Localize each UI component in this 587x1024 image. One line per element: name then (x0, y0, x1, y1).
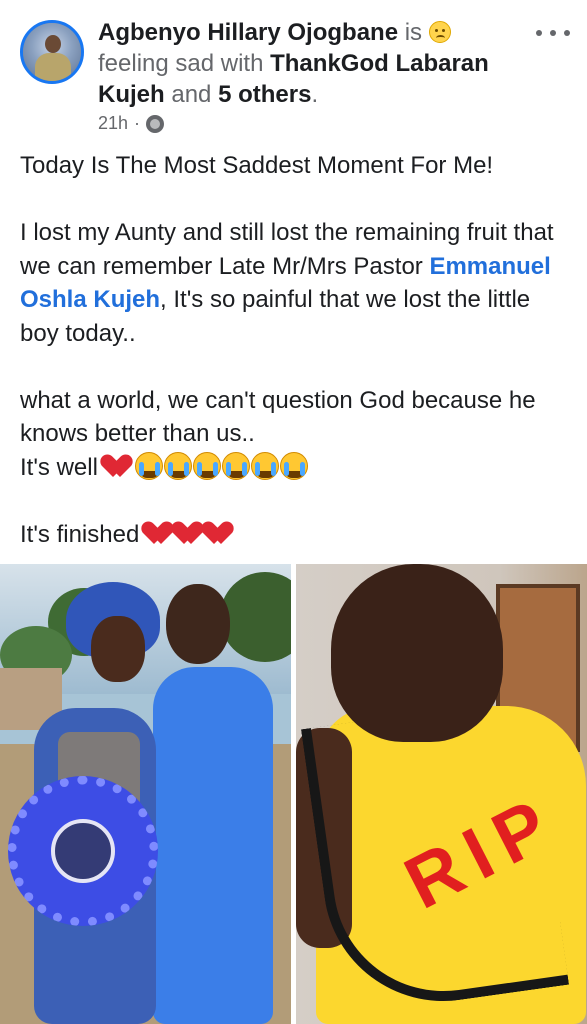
emoji-row (105, 451, 308, 480)
broken-heart-icon (177, 519, 205, 547)
woman-face (91, 616, 145, 682)
man-face (166, 584, 230, 664)
post-meta: 21h · (98, 113, 165, 134)
meta-separator: · (134, 113, 141, 133)
status-is: is (404, 19, 423, 46)
child-photo[interactable]: RIP (296, 564, 587, 1024)
others-link[interactable]: 5 others (218, 81, 311, 108)
paragraph-3-line-2: It's well (20, 453, 98, 481)
post-text: Today Is The Most Saddest Moment For Me!… (20, 149, 575, 552)
couple-photo[interactable] (0, 564, 291, 1024)
paragraph-4-text: It's finished (20, 521, 140, 549)
broken-heart-icon (207, 519, 235, 547)
feeling-text: feeling sad with (98, 50, 264, 77)
avatar-uniform (35, 53, 71, 81)
blue-feather-fan (8, 776, 158, 926)
post-time[interactable]: 21h (98, 113, 128, 134)
sad-face-icon (428, 21, 451, 43)
crying-face-icon (279, 451, 308, 480)
post-title-line: Agbenyo Hillary Ojogbane is feeling sad … (98, 17, 528, 110)
crying-face-icon (250, 451, 279, 480)
paragraph-3: what a world, we can't question God beca… (20, 384, 575, 484)
author-name[interactable]: Agbenyo Hillary Ojogbane (98, 19, 398, 46)
more-icon[interactable] (536, 30, 570, 40)
and-text: and (171, 81, 212, 108)
more-dot (550, 30, 556, 36)
paragraph-2: I lost my Aunty and still lost the remai… (20, 216, 575, 350)
author-avatar[interactable] (20, 20, 84, 84)
globe-icon[interactable] (146, 114, 165, 133)
crying-face-icon (163, 451, 192, 480)
avatar-head (45, 35, 61, 53)
crying-face-icon (192, 451, 221, 480)
finished-hearts (146, 519, 235, 547)
broken-heart-icon (106, 452, 134, 480)
paragraph-3-line-1: what a world, we can't question God beca… (20, 387, 536, 448)
crying-face-icon (221, 451, 250, 480)
broken-heart-icon (147, 519, 175, 547)
title-period: . (311, 81, 319, 108)
man-in-blue (153, 667, 273, 1024)
post-header: Agbenyo Hillary Ojogbane is feeling sad … (0, 0, 587, 140)
more-dot (536, 30, 542, 36)
paragraph-1: Today Is The Most Saddest Moment For Me! (20, 152, 494, 179)
paragraph-4: It's finished (20, 518, 575, 551)
more-dot (564, 30, 570, 36)
child-face (331, 564, 503, 742)
crying-face-icon (134, 451, 163, 480)
